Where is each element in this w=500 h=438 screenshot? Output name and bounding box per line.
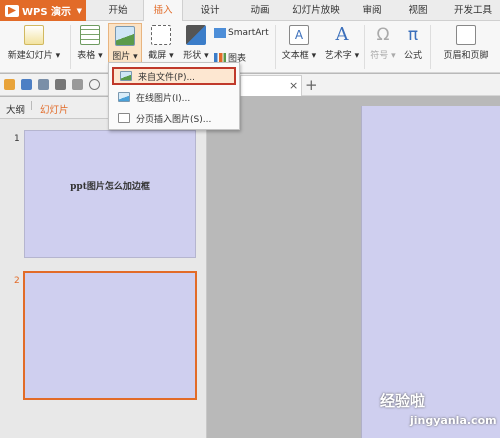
preview-icon[interactable] bbox=[72, 79, 83, 90]
undo-icon[interactable] bbox=[89, 79, 100, 90]
screenshot-button[interactable]: 截屏 ▾ bbox=[145, 25, 177, 61]
slide-canvas[interactable] bbox=[361, 106, 500, 438]
menu-item-online-picture[interactable]: 在线图片(I)... bbox=[112, 88, 236, 106]
tab-developer[interactable]: 开发工具 bbox=[446, 0, 500, 21]
symbol-label: 符号 bbox=[370, 51, 389, 61]
tab-animation[interactable]: 动画 bbox=[240, 0, 280, 21]
menu-item-insert-per-page[interactable]: 分页插入图片(S)... bbox=[112, 109, 236, 127]
shape-label: 形状 bbox=[183, 51, 202, 61]
table-label: 表格 bbox=[77, 51, 96, 61]
print-icon[interactable] bbox=[55, 79, 66, 90]
watermark-url: jingyanla.com bbox=[410, 414, 497, 427]
picture-label: 图片 bbox=[112, 52, 131, 62]
page-icon bbox=[456, 25, 476, 45]
header-footer-button[interactable]: 页眉和页脚 bbox=[436, 25, 496, 61]
tab-slideshow[interactable]: 幻灯片放映 bbox=[286, 0, 346, 21]
slide-thumbnail-1[interactable]: ppt图片怎么加边框 bbox=[24, 130, 196, 258]
smartart-button[interactable]: SmartArt bbox=[214, 28, 269, 38]
tab-view[interactable]: 视图 bbox=[400, 0, 436, 21]
wordart-button[interactable]: A 艺术字 ▾ bbox=[322, 24, 362, 62]
close-icon[interactable]: × bbox=[289, 79, 298, 92]
formula-label: 公式 bbox=[403, 51, 422, 61]
app-name: WPS 演示 bbox=[22, 7, 72, 18]
symbol-button[interactable]: Ω 符号 ▾ bbox=[368, 25, 398, 61]
divider bbox=[70, 25, 71, 69]
formula-button[interactable]: π 公式 bbox=[400, 25, 426, 61]
menu-item-label: 在线图片(I)... bbox=[136, 93, 191, 104]
divider bbox=[364, 25, 365, 69]
export-icon[interactable] bbox=[38, 79, 49, 90]
screenshot-icon bbox=[151, 25, 171, 45]
tab-review[interactable]: 审阅 bbox=[354, 0, 390, 21]
ribbon: 新建幻灯片 ▾ 表格 ▾ 图片 ▾ 截屏 ▾ 形状 ▾ SmartArt 图表 … bbox=[0, 21, 500, 73]
watermark-text: 经验啦 bbox=[380, 392, 426, 410]
textbox-button[interactable]: A 文本框 ▾ bbox=[280, 25, 318, 61]
chart-icon bbox=[214, 52, 226, 63]
chevron-down-icon: ▼ bbox=[76, 6, 82, 15]
tab-outline[interactable]: 大纲 bbox=[6, 102, 25, 116]
menu-item-label: 来自文件(P)... bbox=[138, 72, 196, 83]
slide-title-text: ppt图片怎么加边框 bbox=[70, 182, 150, 192]
picture-dropdown-menu: 来自文件(P)... 在线图片(I)... 分页插入图片(S)... bbox=[108, 62, 240, 130]
textbox-icon: A bbox=[289, 25, 309, 45]
new-slide-label: 新建幻灯片 bbox=[7, 51, 53, 61]
omega-icon: Ω bbox=[376, 25, 390, 45]
wordart-icon: A bbox=[335, 24, 349, 45]
screenshot-label: 截屏 bbox=[148, 51, 167, 61]
smartart-label: SmartArt bbox=[228, 28, 269, 38]
header-footer-label: 页眉和页脚 bbox=[443, 51, 489, 61]
menu-item-from-file[interactable]: 来自文件(P)... bbox=[112, 67, 236, 85]
textbox-label: 文本框 bbox=[281, 51, 309, 61]
pages-image-icon bbox=[118, 113, 130, 123]
tab-divider: | bbox=[30, 101, 34, 111]
slide-thumbnail-2-selected[interactable] bbox=[23, 271, 197, 400]
menu-item-label: 分页插入图片(S)... bbox=[136, 114, 212, 125]
online-image-icon bbox=[118, 92, 130, 102]
pi-icon: π bbox=[407, 25, 419, 45]
shape-icon bbox=[186, 25, 206, 45]
tab-design[interactable]: 设计 bbox=[190, 0, 230, 21]
open-icon[interactable] bbox=[4, 79, 15, 90]
app-menu-button[interactable]: WPS 演示 ▼ bbox=[0, 0, 86, 21]
tab-home[interactable]: 开始 bbox=[98, 0, 138, 21]
shape-button[interactable]: 形状 ▾ bbox=[178, 25, 214, 61]
picture-icon bbox=[115, 26, 135, 46]
document-tab[interactable]: × bbox=[240, 75, 302, 96]
new-slide-icon bbox=[24, 25, 44, 45]
table-button[interactable]: 表格 ▾ bbox=[75, 25, 105, 61]
table-icon bbox=[80, 25, 100, 45]
divider bbox=[430, 25, 431, 69]
divider bbox=[275, 25, 276, 69]
add-tab-icon[interactable]: + bbox=[305, 76, 318, 94]
wordart-label: 艺术字 bbox=[324, 51, 352, 61]
tab-insert[interactable]: 插入 bbox=[143, 0, 183, 22]
tab-slides[interactable]: 幻灯片 bbox=[40, 102, 69, 116]
slide-number: 2 bbox=[14, 276, 20, 286]
image-file-icon bbox=[120, 71, 132, 81]
new-slide-button[interactable]: 新建幻灯片 ▾ bbox=[4, 25, 64, 61]
wps-logo-icon bbox=[5, 4, 19, 17]
slide-number: 1 bbox=[14, 134, 20, 144]
save-icon[interactable] bbox=[21, 79, 32, 90]
smartart-icon bbox=[214, 28, 226, 38]
